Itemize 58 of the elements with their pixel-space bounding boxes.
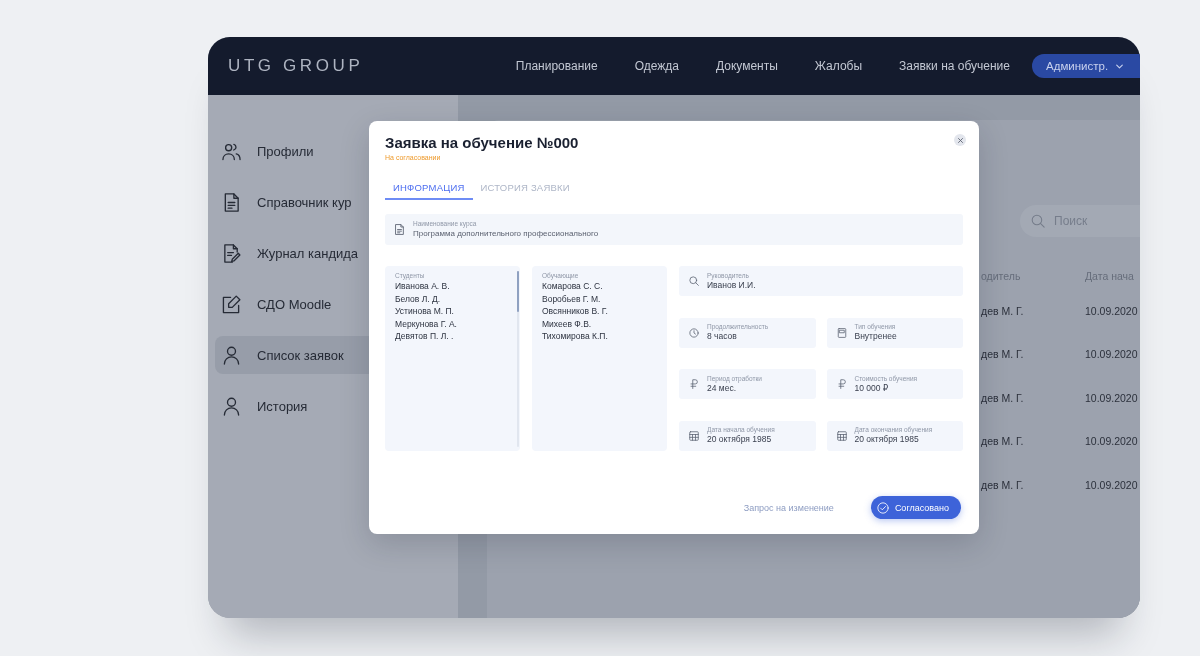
book-icon [836,327,847,338]
list-item: Комарова С. С. [542,280,603,293]
sidebar-item[interactable]: История [215,387,458,425]
users-icon [222,141,241,161]
calendar-icon [836,430,847,441]
list-item: Михеев Ф.В. [542,317,592,330]
field-value: 20 октября 1985 [707,434,772,445]
table-cell: дев М. Г. [981,435,1024,448]
caret-icon [1116,63,1124,69]
table-cell: 10.09.2020 [1085,348,1138,361]
table-cell: дев М. Г. [981,348,1024,361]
logo-text: UTG GROUP [228,56,364,76]
edit-icon [222,294,241,314]
tab[interactable]: ИНФОРМАЦИЯ [385,176,473,200]
document-icon [222,192,241,212]
field-value: Иванов И.И. [707,279,756,291]
list-item: Воробьев Г. М. [542,292,601,305]
dialog-title: Заявка на обучение №000 [385,134,579,152]
search-icon [1031,214,1045,228]
nav-link[interactable]: Жалобы [814,59,863,73]
account-menu-button[interactable]: Администр. [1032,54,1140,78]
field-value: Внутренее [854,331,897,342]
nav-link[interactable]: Одежда [634,59,679,73]
approve-button[interactable]: Согласовано [870,496,961,519]
person-icon [222,396,241,416]
list-item: Меркунова Г. А. [395,317,457,330]
field-value: 8 часов [707,331,737,342]
list-item: Устинова М. П. [395,305,454,318]
field-value: 24 мес. [707,382,736,394]
list-item: Тихомирова К.П. [542,330,608,343]
table-cell: дев М. Г. [981,391,1024,404]
field-value: Программа дополнительного профессионального [413,228,599,239]
field-value: 20 октября 1985 [854,434,919,445]
ruble-icon [836,379,847,389]
document-icon [394,224,405,235]
table-cell: 10.09.2020 [1085,304,1138,317]
search-icon [689,276,699,286]
person-icon [222,345,241,365]
table-cell: дев М. Г. [981,478,1024,491]
table-cell: 10.09.2020 [1085,391,1138,404]
table-cell: 10.09.2020 [1085,435,1138,448]
document-pen-icon [222,243,241,263]
nav-link[interactable]: Документы [716,59,778,73]
list-item: Белов Л. Д. [395,292,441,305]
close-button[interactable] [954,134,966,146]
table-cell: дев М. Г. [981,304,1024,317]
ruble-icon [689,379,699,389]
list-item: Иванова А. В. [395,280,450,293]
nav-link[interactable]: Планирование [515,59,598,73]
close-icon [957,137,963,143]
clock-icon [689,327,699,338]
nav-link[interactable]: Заявки на обучение [899,59,1010,73]
table-cell: 10.09.2020 [1085,478,1138,491]
calendar-icon [689,430,699,441]
check-circle-icon [876,501,889,514]
list-item: Овсянников В. Г. [542,305,608,318]
scrollbar-thumb[interactable] [517,271,519,312]
field-value: 10 000 ₽ [854,382,889,394]
